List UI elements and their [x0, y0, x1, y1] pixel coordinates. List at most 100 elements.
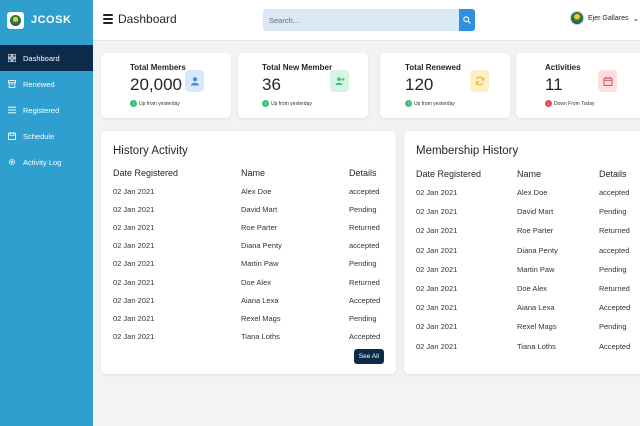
name-cell: Alex Doe — [241, 186, 272, 196]
table-row[interactable]: 02 Jan 2021 Tiana Loths Accepted — [416, 337, 640, 356]
table-row[interactable]: 02 Jan 2021 Alex Doe accepted — [113, 182, 388, 200]
date-cell: 02 Jan 2021 — [416, 303, 458, 313]
sidebar-nav: Dashboard Renewed Registered Schedule Ac… — [0, 45, 93, 175]
stat-trend: ↑ Up from yesterday — [130, 100, 180, 107]
sidebar-item-label: Schedule — [23, 131, 55, 141]
membership-history-table: Date Registered Name Details 02 Jan 2021… — [416, 165, 640, 356]
user-icon — [185, 70, 204, 92]
sidebar-item-registered[interactable]: Registered — [0, 97, 93, 123]
table-header-row: Date Registered Name Details — [416, 165, 640, 183]
date-cell: 02 Jan 2021 — [416, 188, 458, 198]
sidebar-item-dashboard[interactable]: Dashboard — [0, 45, 93, 71]
chevron-down-icon: ⌄ — [632, 13, 640, 23]
membership-history-panel: Membership History Date Registered Name … — [404, 131, 640, 374]
name-cell: Aiana Lexa — [517, 303, 555, 313]
name-cell: Doe Alex — [517, 284, 548, 294]
stat-title: Activities — [545, 63, 581, 72]
stat-value: 36 — [262, 75, 281, 94]
column-header: Date Registered — [416, 169, 482, 179]
grid-icon — [8, 54, 16, 62]
column-header: Name — [241, 168, 266, 178]
name-cell: Martin Paw — [241, 259, 279, 269]
sidebar-item-schedule[interactable]: Schedule — [0, 123, 93, 149]
name-cell: Diana Penty — [517, 245, 558, 255]
name-cell: David Mart — [241, 204, 278, 214]
calendar-icon — [598, 70, 617, 92]
table-row[interactable]: 02 Jan 2021 Rexel Mags Pending — [416, 317, 640, 336]
stat-value: 11 — [545, 75, 563, 94]
date-cell: 02 Jan 2021 — [416, 226, 458, 236]
table-row[interactable]: 02 Jan 2021 Aiana Lexa Accepted — [416, 298, 640, 317]
date-cell: 02 Jan 2021 — [416, 322, 458, 332]
menu-icon[interactable] — [103, 14, 113, 24]
date-cell: 02 Jan 2021 — [416, 341, 458, 351]
see-all-button[interactable]: See All — [353, 349, 384, 364]
details-cell: Accepted — [349, 332, 381, 342]
stat-trend: ↑ Up from yesterday — [405, 100, 455, 107]
details-cell: Returned — [349, 222, 380, 232]
sidebar-item-label: Renewed — [23, 79, 55, 89]
date-cell: 02 Jan 2021 — [113, 204, 155, 214]
stat-card-total-new-member: Total New Member 36 ↑ Up from yesterday — [238, 53, 368, 118]
date-cell: 02 Jan 2021 — [416, 264, 458, 274]
date-cell: 02 Jan 2021 — [416, 245, 458, 255]
stat-value: 20,000 — [130, 75, 182, 94]
page-title: Dashboard — [118, 12, 177, 26]
search-input[interactable] — [263, 9, 459, 31]
table-row[interactable]: 02 Jan 2021 Rexel Mags Pending — [113, 309, 388, 327]
column-header: Details — [599, 169, 627, 179]
details-cell: Pending — [599, 264, 627, 274]
sidebar-item-activity-log[interactable]: Activity Log — [0, 149, 93, 175]
stat-value: 120 — [405, 75, 434, 94]
history-activity-table: Date Registered Name Details 02 Jan 2021… — [113, 164, 388, 346]
name-cell: Tiana Loths — [241, 332, 280, 342]
sidebar: JCOSK Dashboard Renewed Registered Sched… — [0, 0, 93, 426]
table-row[interactable]: 02 Jan 2021 Martin Paw Pending — [113, 255, 388, 273]
stat-sub-label: Up from yesterday — [139, 100, 180, 107]
stat-card-total-renewed: Total Renewed 120 ↑ Up from yesterday — [380, 53, 510, 118]
date-cell: 02 Jan 2021 — [113, 186, 155, 196]
table-row[interactable]: 02 Jan 2021 Doe Alex Returned — [416, 279, 640, 298]
search-icon — [463, 16, 471, 24]
details-cell: accepted — [349, 241, 380, 251]
table-row[interactable]: 02 Jan 2021 Martin Paw Pending — [416, 260, 640, 279]
table-row[interactable]: 02 Jan 2021 Diana Penty accepted — [113, 237, 388, 255]
arrow-up-icon: ↑ — [405, 100, 412, 107]
table-row[interactable]: 02 Jan 2021 Doe Alex Returned — [113, 273, 388, 291]
name-cell: Tiana Loths — [517, 341, 556, 351]
table-row[interactable]: 02 Jan 2021 Diana Penty accepted — [416, 241, 640, 260]
name-cell: David Mart — [517, 207, 554, 217]
sidebar-item-label: Activity Log — [23, 157, 62, 167]
avatar — [570, 11, 584, 25]
date-cell: 02 Jan 2021 — [113, 259, 155, 269]
table-row[interactable]: 02 Jan 2021 Alex Doe accepted — [416, 183, 640, 202]
arrow-up-icon: ↑ — [262, 100, 269, 107]
details-cell: Pending — [599, 207, 627, 217]
table-row[interactable]: 02 Jan 2021 David Mart Pending — [416, 202, 640, 221]
table-row[interactable]: 02 Jan 2021 Roe Parter Returned — [113, 218, 388, 236]
name-cell: Rexel Mags — [241, 313, 281, 323]
stat-sub-label: Up from yesterday — [271, 100, 312, 107]
date-cell: 02 Jan 2021 — [113, 313, 155, 323]
stat-card-total-members: Total Members 20,000 ↑ Up from yesterday — [101, 53, 231, 118]
table-row[interactable]: 02 Jan 2021 Tiana Loths Accepted — [113, 328, 388, 346]
date-cell: 02 Jan 2021 — [113, 222, 155, 232]
search-button[interactable] — [459, 9, 475, 31]
name-cell: Rexel Mags — [517, 322, 557, 332]
user-menu[interactable]: Ejer Gallares ⌄ — [570, 11, 639, 25]
arrow-up-icon: ↑ — [130, 100, 137, 107]
table-header-row: Date Registered Name Details — [113, 164, 388, 182]
brand[interactable]: JCOSK — [0, 0, 93, 40]
user-name: Ejer Gallares — [588, 14, 629, 22]
stat-title: Total New Member — [262, 63, 333, 72]
sidebar-item-renewed[interactable]: Renewed — [0, 71, 93, 97]
sidebar-item-label: Dashboard — [23, 53, 60, 63]
table-row[interactable]: 02 Jan 2021 David Mart Pending — [113, 200, 388, 218]
table-row[interactable]: 02 Jan 2021 Aiana Lexa Accepted — [113, 291, 388, 309]
stat-card-activities: Activities 11 ↓ Down From Today — [516, 53, 640, 118]
arrow-down-icon: ↓ — [545, 100, 552, 107]
name-cell: Diana Penty — [241, 241, 282, 251]
name-cell: Roe Parter — [517, 226, 554, 236]
table-row[interactable]: 02 Jan 2021 Roe Parter Returned — [416, 221, 640, 240]
date-cell: 02 Jan 2021 — [113, 241, 155, 251]
